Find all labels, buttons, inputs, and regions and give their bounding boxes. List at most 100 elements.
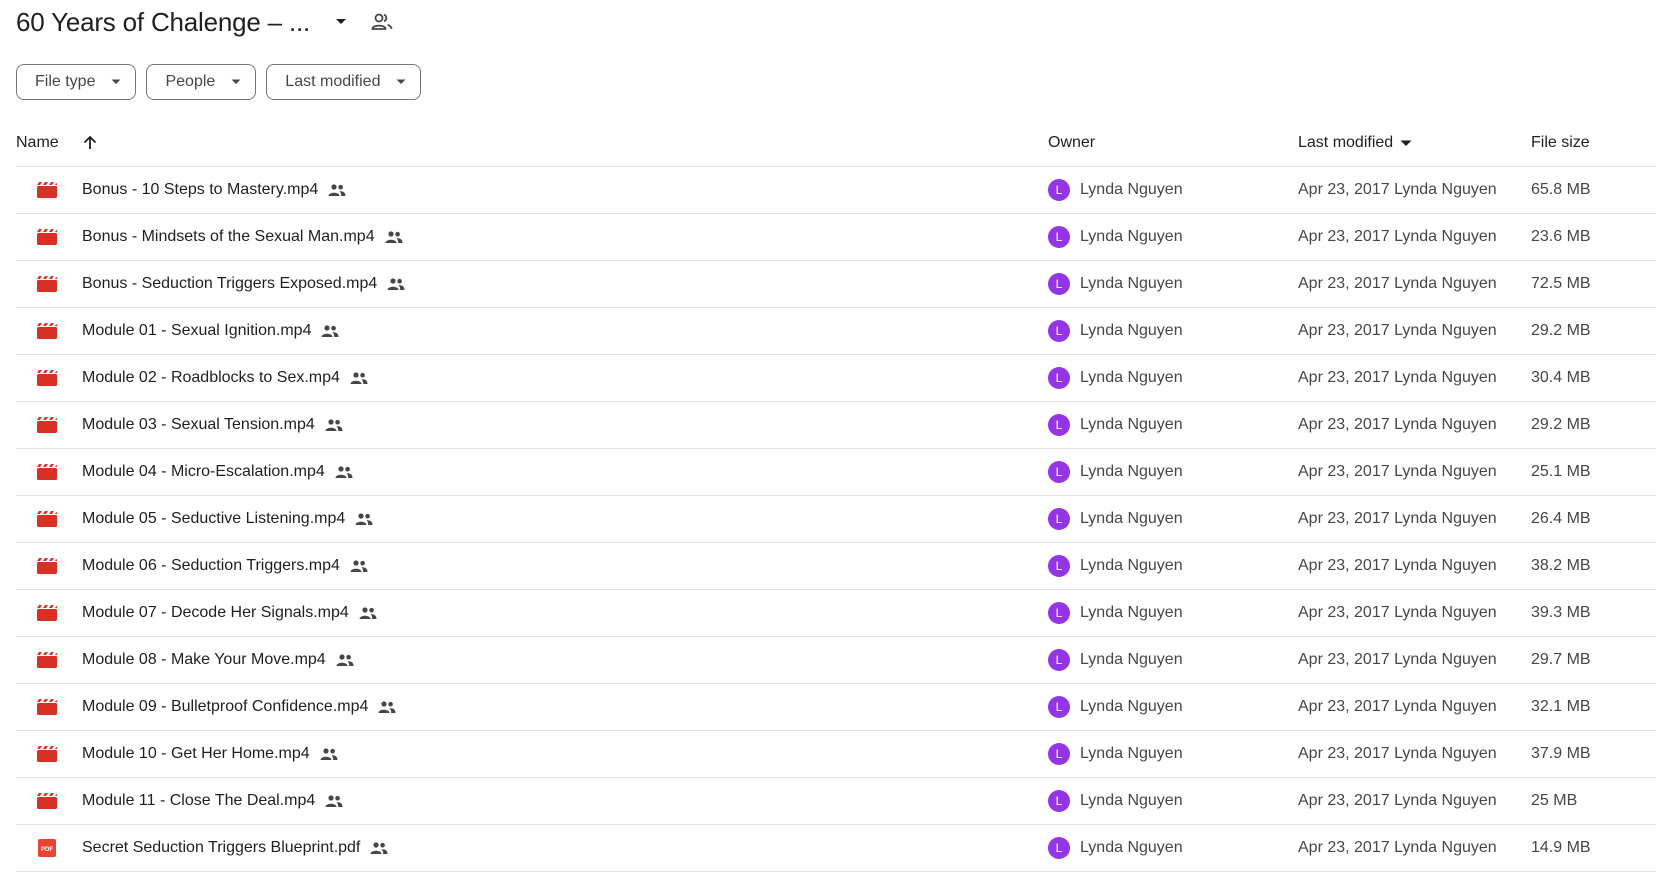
file-size-cell: 39.3 MB bbox=[1531, 604, 1591, 621]
file-row[interactable]: Module 11 - Close The Deal.mp4 L Lynda N… bbox=[16, 778, 1656, 825]
file-row[interactable]: Module 02 - Roadblocks to Sex.mp4 L Lynd… bbox=[16, 355, 1656, 402]
folder-header: 60 Years of Chalenge – ... bbox=[16, 0, 394, 44]
video-file-icon bbox=[36, 590, 58, 636]
file-name-cell: Secret Seduction Triggers Blueprint.pdf bbox=[82, 825, 388, 871]
file-size-cell: 72.5 MB bbox=[1531, 275, 1591, 292]
avatar: L bbox=[1048, 226, 1070, 248]
avatar: L bbox=[1048, 508, 1070, 530]
file-type-filter-button[interactable]: File type bbox=[16, 64, 137, 100]
file-size-cell: 29.2 MB bbox=[1531, 416, 1591, 433]
file-row[interactable]: Bonus - 10 Steps to Mastery.mp4 L Lynda … bbox=[16, 167, 1656, 214]
file-row[interactable]: Module 04 - Micro-Escalation.mp4 L Lynda… bbox=[16, 449, 1656, 496]
file-row[interactable]: Module 09 - Bulletproof Confidence.mp4 L… bbox=[16, 684, 1656, 731]
shared-people-icon bbox=[320, 748, 338, 760]
file-row[interactable]: Bonus - Mindsets of the Sexual Man.mp4 L… bbox=[16, 214, 1656, 261]
owner-cell: L Lynda Nguyen bbox=[1048, 261, 1183, 307]
file-size-cell: 38.2 MB bbox=[1531, 557, 1591, 574]
video-file-icon bbox=[36, 402, 58, 448]
video-file-icon bbox=[36, 778, 58, 824]
shared-people-icon bbox=[335, 466, 353, 478]
owner-name: Lynda Nguyen bbox=[1080, 839, 1183, 856]
file-size-cell: 29.2 MB bbox=[1531, 322, 1591, 339]
last-modified-cell: Apr 23, 2017 Lynda Nguyen bbox=[1298, 181, 1497, 198]
video-file-icon bbox=[36, 637, 58, 683]
video-file-icon bbox=[36, 449, 58, 495]
avatar: L bbox=[1048, 179, 1070, 201]
owner-cell: L Lynda Nguyen bbox=[1048, 167, 1183, 213]
file-row[interactable]: Bonus - Seduction Triggers Exposed.mp4 L… bbox=[16, 261, 1656, 308]
last-modified-cell: Apr 23, 2017 Lynda Nguyen bbox=[1298, 228, 1497, 245]
shared-people-icon bbox=[328, 184, 346, 196]
last-modified-cell: Apr 23, 2017 Lynda Nguyen bbox=[1298, 463, 1497, 480]
file-name: Bonus - Seduction Triggers Exposed.mp4 bbox=[82, 275, 378, 292]
owner-name: Lynda Nguyen bbox=[1080, 698, 1183, 715]
shared-people-icon bbox=[387, 278, 405, 290]
sort-ascending-arrow-upward-icon[interactable] bbox=[82, 120, 98, 166]
last-modified-cell: Apr 23, 2017 Lynda Nguyen bbox=[1298, 604, 1497, 621]
owner-name: Lynda Nguyen bbox=[1080, 181, 1183, 198]
file-row[interactable]: Module 03 - Sexual Tension.mp4 L Lynda N… bbox=[16, 402, 1656, 449]
file-name: Module 02 - Roadblocks to Sex.mp4 bbox=[82, 369, 340, 386]
folder-shared-people-icon[interactable] bbox=[370, 10, 394, 34]
owner-name: Lynda Nguyen bbox=[1080, 651, 1183, 668]
chevron-down-icon bbox=[111, 79, 121, 85]
file-row[interactable]: Module 08 - Make Your Move.mp4 L Lynda N… bbox=[16, 637, 1656, 684]
video-file-icon bbox=[36, 496, 58, 542]
last-modified-cell: Apr 23, 2017 Lynda Nguyen bbox=[1298, 322, 1497, 339]
last-modified-cell: Apr 23, 2017 Lynda Nguyen bbox=[1298, 698, 1497, 715]
file-name-cell: Module 06 - Seduction Triggers.mp4 bbox=[82, 543, 368, 589]
video-file-icon bbox=[36, 167, 58, 213]
last-modified-cell: Apr 23, 2017 Lynda Nguyen bbox=[1298, 557, 1497, 574]
shared-people-icon bbox=[385, 231, 403, 243]
people-filter-button[interactable]: People bbox=[146, 64, 257, 100]
file-name-cell: Module 05 - Seductive Listening.mp4 bbox=[82, 496, 373, 542]
owner-name: Lynda Nguyen bbox=[1080, 322, 1183, 339]
avatar: L bbox=[1048, 649, 1070, 671]
file-row[interactable]: Module 01 - Sexual Ignition.mp4 L Lynda … bbox=[16, 308, 1656, 355]
file-row[interactable]: PDF Secret Seduction Triggers Blueprint.… bbox=[16, 825, 1656, 872]
owner-cell: L Lynda Nguyen bbox=[1048, 496, 1183, 542]
folder-menu-chevron-down-icon[interactable] bbox=[330, 11, 352, 33]
last-modified-filter-button[interactable]: Last modified bbox=[266, 64, 422, 100]
owner-name: Lynda Nguyen bbox=[1080, 745, 1183, 762]
file-row[interactable]: Module 07 - Decode Her Signals.mp4 L Lyn… bbox=[16, 590, 1656, 637]
owner-cell: L Lynda Nguyen bbox=[1048, 637, 1183, 683]
filter-label: People bbox=[165, 73, 216, 90]
file-name: Module 04 - Micro-Escalation.mp4 bbox=[82, 463, 325, 480]
file-size-cell: 26.4 MB bbox=[1531, 510, 1591, 527]
file-name-cell: Module 03 - Sexual Tension.mp4 bbox=[82, 402, 343, 448]
file-size-cell: 65.8 MB bbox=[1531, 181, 1591, 198]
owner-name: Lynda Nguyen bbox=[1080, 275, 1183, 292]
video-file-icon bbox=[36, 261, 58, 307]
file-name-cell: Bonus - 10 Steps to Mastery.mp4 bbox=[82, 167, 346, 213]
file-row[interactable]: Module 05 - Seductive Listening.mp4 L Ly… bbox=[16, 496, 1656, 543]
file-name: Module 03 - Sexual Tension.mp4 bbox=[82, 416, 315, 433]
file-size-column-header[interactable]: File size bbox=[1531, 120, 1590, 166]
avatar: L bbox=[1048, 461, 1070, 483]
last-modified-column-header[interactable]: Last modified bbox=[1298, 120, 1412, 166]
folder-title[interactable]: 60 Years of Chalenge – ... bbox=[16, 7, 310, 38]
avatar: L bbox=[1048, 555, 1070, 577]
shared-people-icon bbox=[350, 560, 368, 572]
file-name: Module 05 - Seductive Listening.mp4 bbox=[82, 510, 346, 527]
last-modified-cell: Apr 23, 2017 Lynda Nguyen bbox=[1298, 792, 1497, 809]
filter-bar: File type People Last modified bbox=[16, 64, 422, 100]
file-name: Module 08 - Make Your Move.mp4 bbox=[82, 651, 326, 668]
chevron-down-icon bbox=[231, 79, 241, 85]
owner-name: Lynda Nguyen bbox=[1080, 604, 1183, 621]
owner-cell: L Lynda Nguyen bbox=[1048, 402, 1183, 448]
avatar: L bbox=[1048, 320, 1070, 342]
owner-cell: L Lynda Nguyen bbox=[1048, 731, 1183, 777]
file-size-cell: 37.9 MB bbox=[1531, 745, 1591, 762]
file-size-cell: 29.7 MB bbox=[1531, 651, 1591, 668]
file-row[interactable]: Module 06 - Seduction Triggers.mp4 L Lyn… bbox=[16, 543, 1656, 590]
shared-people-icon bbox=[325, 419, 343, 431]
owner-column-header[interactable]: Owner bbox=[1048, 120, 1095, 166]
filter-label: Last modified bbox=[285, 73, 381, 90]
file-name-cell: Module 01 - Sexual Ignition.mp4 bbox=[82, 308, 339, 354]
file-row[interactable]: Module 10 - Get Her Home.mp4 L Lynda Ngu… bbox=[16, 731, 1656, 778]
last-modified-cell: Apr 23, 2017 Lynda Nguyen bbox=[1298, 510, 1497, 527]
last-modified-cell: Apr 23, 2017 Lynda Nguyen bbox=[1298, 839, 1497, 856]
owner-name: Lynda Nguyen bbox=[1080, 557, 1183, 574]
name-column-header[interactable]: Name bbox=[16, 120, 59, 166]
